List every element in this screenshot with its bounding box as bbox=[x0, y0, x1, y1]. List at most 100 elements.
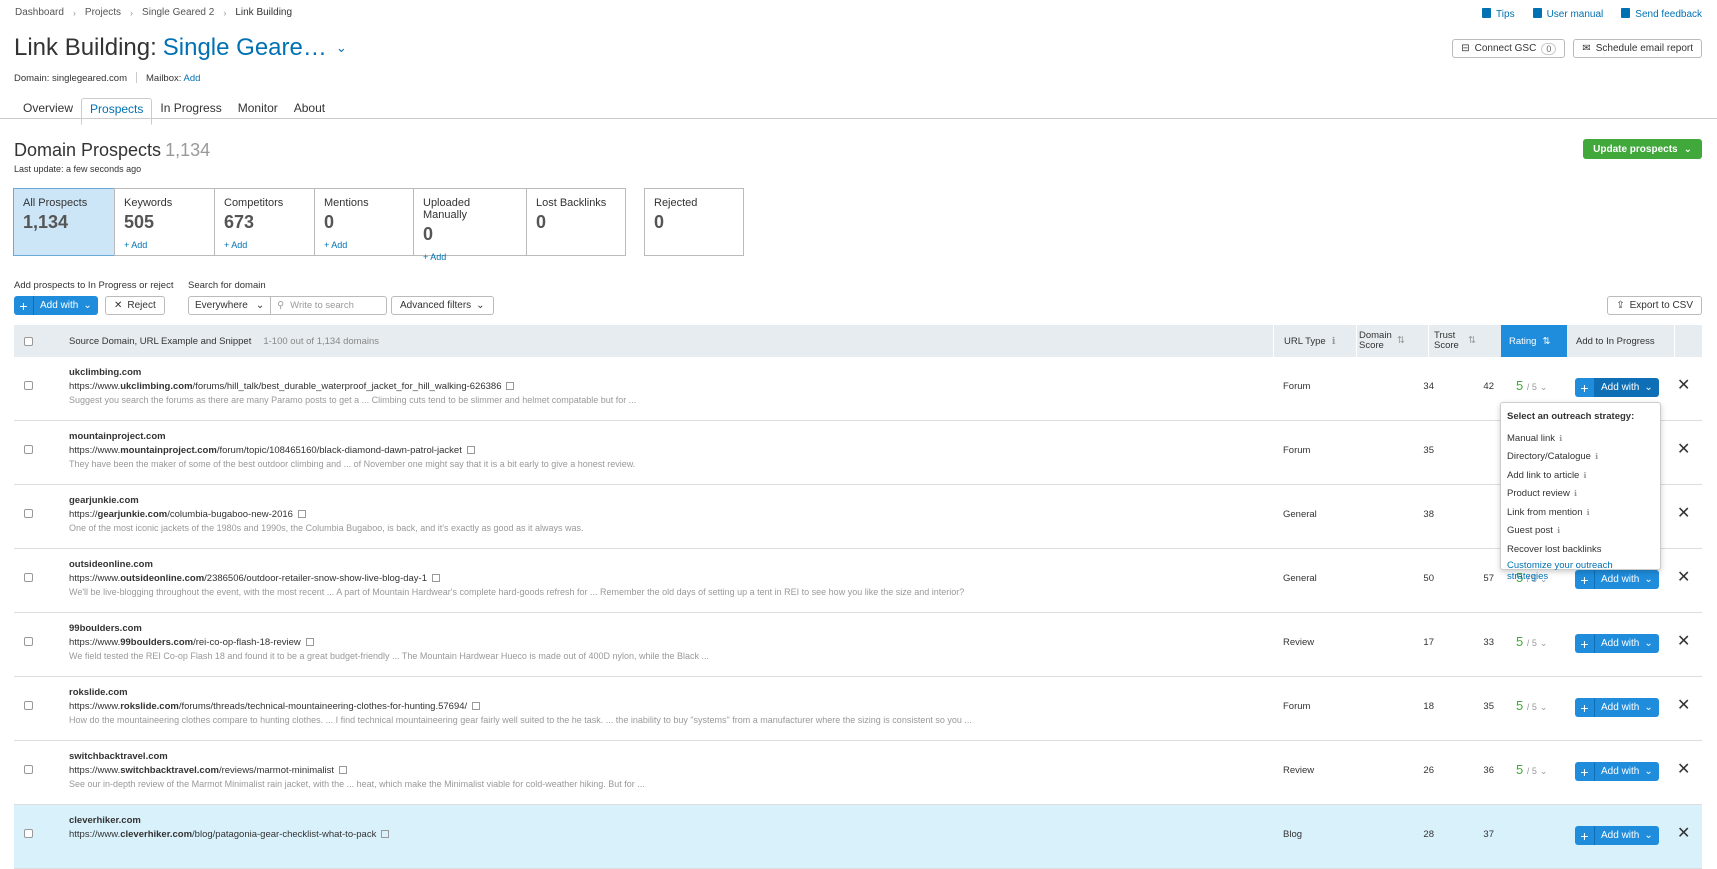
tab-monitor[interactable]: Monitor bbox=[230, 98, 286, 125]
row-add-with-button[interactable]: + Add with ⌄ bbox=[1575, 634, 1659, 653]
breadcrumb-projects[interactable]: Projects bbox=[85, 7, 121, 18]
user-manual-link[interactable]: User manual bbox=[1532, 8, 1603, 20]
row-rating[interactable]: 5 / 5 ⌄ bbox=[1516, 762, 1547, 777]
row-url[interactable]: https://www.rokslide.com/forums/threads/… bbox=[69, 701, 481, 712]
strategy-recover-lost-backlinks[interactable]: Recover lost backlinks bbox=[1501, 540, 1660, 559]
external-link-icon[interactable] bbox=[297, 510, 306, 518]
advanced-filters-button[interactable]: Advanced filters ⌄ bbox=[391, 296, 494, 315]
export-csv-button[interactable]: ⇪ Export to CSV bbox=[1607, 296, 1702, 315]
reject-row-icon[interactable]: ✕ bbox=[1677, 631, 1690, 651]
row-url-type: General bbox=[1283, 509, 1317, 520]
col-domain-score[interactable]: Domain Score ⇅ bbox=[1359, 325, 1421, 357]
row-domain[interactable]: ukclimbing.com bbox=[69, 367, 141, 378]
row-checkbox[interactable] bbox=[24, 637, 33, 646]
col-trust-score[interactable]: Trust Score ⇅ bbox=[1434, 325, 1496, 357]
search-scope-select[interactable]: Everywhere ⌄ bbox=[188, 296, 272, 315]
table-row: cleverhiker.com https://www.cleverhiker.c… bbox=[14, 805, 1702, 869]
row-checkbox[interactable] bbox=[24, 573, 33, 582]
row-url[interactable]: https://www.cleverhiker.com/blog/patagon… bbox=[69, 829, 390, 840]
card-add-link[interactable]: + Add bbox=[124, 240, 205, 250]
card-value: 0 bbox=[324, 212, 335, 232]
update-prospects-button[interactable]: Update prospects ⌄ bbox=[1583, 139, 1702, 159]
external-link-icon[interactable] bbox=[339, 766, 348, 774]
card-competitors[interactable]: Competitors 673 + Add bbox=[214, 188, 315, 256]
row-add-with-button[interactable]: + Add with ⌄ bbox=[1575, 762, 1659, 781]
strategy-directory[interactable]: Directory/Catalogue ℹ bbox=[1501, 448, 1660, 467]
add-with-button[interactable]: + Add with ⌄ bbox=[14, 296, 98, 315]
row-url[interactable]: https://www.99boulders.com/rei-co-op-fla… bbox=[69, 637, 314, 648]
tab-about[interactable]: About bbox=[286, 98, 333, 125]
card-mentions[interactable]: Mentions 0 + Add bbox=[314, 188, 414, 256]
row-domain[interactable]: switchbacktravel.com bbox=[69, 751, 168, 762]
section-title: Domain Prospects 1,134 bbox=[14, 140, 210, 161]
customize-strategies-link[interactable]: Customize your outreach strategies bbox=[1501, 560, 1660, 582]
url-domain: ukclimbing.com bbox=[120, 381, 193, 392]
row-domain[interactable]: mountainproject.com bbox=[69, 431, 166, 442]
reject-row-icon[interactable]: ✕ bbox=[1677, 439, 1690, 459]
schedule-email-button[interactable]: ✉ Schedule email report bbox=[1573, 39, 1702, 58]
reject-row-icon[interactable]: ✕ bbox=[1677, 567, 1690, 587]
row-checkbox[interactable] bbox=[24, 701, 33, 710]
row-url[interactable]: https://www.switchbacktravel.com/reviews… bbox=[69, 765, 348, 776]
row-checkbox[interactable] bbox=[24, 445, 33, 454]
tips-link[interactable]: Tips bbox=[1482, 8, 1515, 20]
card-uploaded-manually[interactable]: Uploaded Manually 0 + Add bbox=[413, 188, 527, 262]
card-all-prospects[interactable]: All Prospects 1,134 bbox=[13, 188, 115, 256]
external-link-icon[interactable] bbox=[506, 382, 515, 390]
send-feedback-link[interactable]: Send feedback bbox=[1621, 8, 1702, 20]
row-rating[interactable]: 5 / 5 ⌄ bbox=[1516, 378, 1547, 393]
reject-row-icon[interactable]: ✕ bbox=[1677, 695, 1690, 715]
reject-row-icon[interactable]: ✕ bbox=[1677, 503, 1690, 523]
reject-row-icon[interactable]: ✕ bbox=[1677, 823, 1690, 843]
card-add-link[interactable]: + Add bbox=[224, 240, 305, 250]
row-url[interactable]: https://www.mountainproject.com/forum/to… bbox=[69, 445, 475, 456]
row-checkbox[interactable] bbox=[24, 509, 33, 518]
row-domain[interactable]: outsideonline.com bbox=[69, 559, 153, 570]
strategy-manual-link[interactable]: Manual link ℹ bbox=[1501, 429, 1660, 448]
card-value: 673 bbox=[224, 212, 255, 232]
card-keywords[interactable]: Keywords 505 + Add bbox=[114, 188, 215, 256]
search-input[interactable]: ⚲ Write to search bbox=[271, 296, 388, 315]
tab-overview[interactable]: Overview bbox=[15, 98, 81, 125]
mailbox-add-link[interactable]: Add bbox=[184, 73, 201, 84]
breadcrumb-project[interactable]: Single Geared 2 bbox=[142, 7, 214, 18]
row-url[interactable]: https://gearjunkie.com/columbia-bugaboo-… bbox=[69, 509, 306, 520]
row-add-with-button[interactable]: + Add with ⌄ bbox=[1575, 698, 1659, 717]
row-rating[interactable]: 5 / 5 ⌄ bbox=[1516, 698, 1547, 713]
row-domain[interactable]: gearjunkie.com bbox=[69, 495, 139, 506]
row-add-with-button[interactable]: + Add with ⌄ bbox=[1575, 378, 1659, 397]
row-rating[interactable]: 5 / 5 ⌄ bbox=[1516, 634, 1547, 649]
reject-button[interactable]: ✕ Reject bbox=[105, 296, 165, 315]
reject-row-icon[interactable]: ✕ bbox=[1677, 375, 1690, 395]
external-link-icon[interactable] bbox=[472, 702, 481, 710]
col-url-type[interactable]: URL Type ℹ bbox=[1284, 325, 1335, 357]
col-rating[interactable]: Rating ⇅ bbox=[1501, 325, 1567, 357]
row-domain[interactable]: cleverhiker.com bbox=[69, 815, 141, 826]
card-lost-backlinks[interactable]: Lost Backlinks 0 bbox=[526, 188, 626, 256]
row-domain[interactable]: 99boulders.com bbox=[69, 623, 142, 634]
external-link-icon[interactable] bbox=[305, 638, 314, 646]
tab-prospects[interactable]: Prospects bbox=[81, 98, 153, 125]
row-checkbox[interactable] bbox=[24, 765, 33, 774]
row-add-with-button[interactable]: + Add with ⌄ bbox=[1575, 826, 1659, 845]
chevron-down-icon[interactable]: ⌄ bbox=[336, 40, 347, 56]
strategy-product-review[interactable]: Product review ℹ bbox=[1501, 485, 1660, 504]
row-url[interactable]: https://www.outsideonline.com/2386506/ou… bbox=[69, 573, 440, 584]
row-domain[interactable]: rokslide.com bbox=[69, 687, 128, 698]
strategy-add-link-to-article[interactable]: Add link to article ℹ bbox=[1501, 466, 1660, 485]
connect-gsc-button[interactable]: ⊟ Connect GSC 0 bbox=[1452, 39, 1566, 58]
tab-in-progress[interactable]: In Progress bbox=[152, 98, 229, 125]
row-checkbox[interactable] bbox=[24, 381, 33, 390]
card-rejected[interactable]: Rejected 0 bbox=[644, 188, 744, 256]
card-add-link[interactable]: + Add bbox=[324, 240, 404, 250]
breadcrumb-dashboard[interactable]: Dashboard bbox=[15, 7, 64, 18]
reject-row-icon[interactable]: ✕ bbox=[1677, 759, 1690, 779]
strategy-link-from-mention[interactable]: Link from mention ℹ bbox=[1501, 503, 1660, 522]
external-link-icon[interactable] bbox=[466, 446, 475, 454]
external-link-icon[interactable] bbox=[432, 574, 440, 582]
row-url[interactable]: https://www.ukclimbing.com/forums/hill_t… bbox=[69, 381, 515, 392]
select-all-checkbox[interactable] bbox=[24, 336, 33, 346]
strategy-guest-post[interactable]: Guest post ℹ bbox=[1501, 522, 1660, 541]
project-name[interactable]: Single Geare… bbox=[163, 34, 327, 62]
card-add-link[interactable]: + Add bbox=[423, 252, 517, 262]
